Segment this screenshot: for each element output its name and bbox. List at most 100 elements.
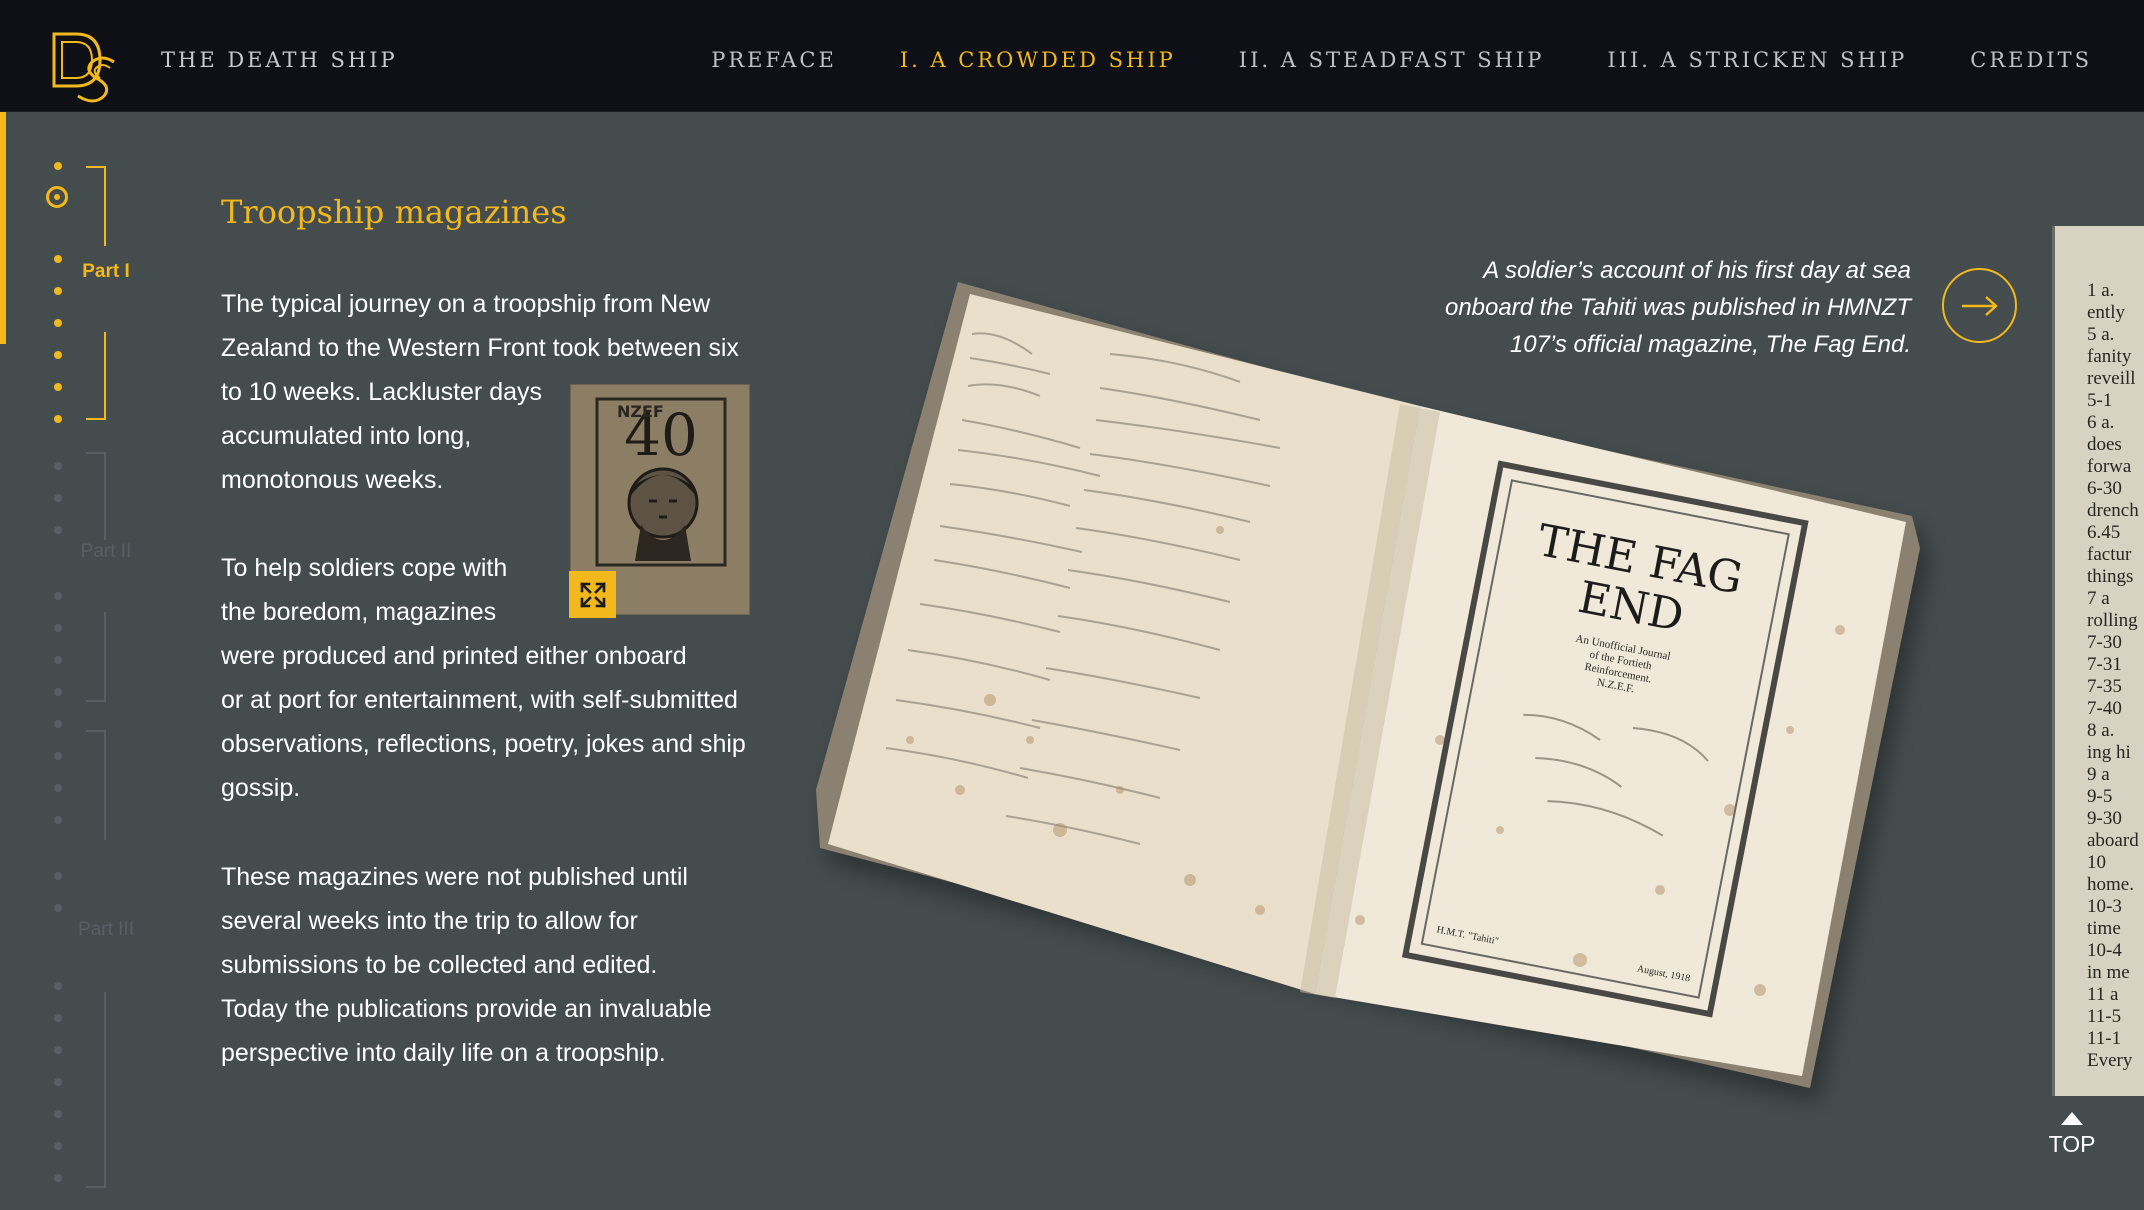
preview-line: in me xyxy=(2087,962,2130,983)
preview-line: ing hi xyxy=(2087,742,2131,763)
preview-line: 6 a. xyxy=(2087,412,2115,433)
nav-preface[interactable]: PREFACE xyxy=(711,48,837,72)
preview-line: 10 xyxy=(2087,852,2106,873)
part-bracket-top xyxy=(86,452,106,540)
progress-dot[interactable] xyxy=(54,351,62,359)
paragraph-3: These magazines were not published until… xyxy=(221,855,712,1075)
current-position-marker[interactable] xyxy=(46,186,68,208)
preview-line: 5 a. xyxy=(2087,324,2115,345)
part-bracket-bottom xyxy=(86,612,106,702)
part-one-label[interactable]: Part I xyxy=(76,262,136,282)
preview-line: 7-31 xyxy=(2087,654,2122,675)
text-line: perspective into daily life on a troopsh… xyxy=(221,1039,666,1067)
progress-dot[interactable] xyxy=(54,688,62,696)
part-bracket-top xyxy=(86,166,106,246)
progress-dot[interactable] xyxy=(54,1078,62,1086)
progress-dot[interactable] xyxy=(54,383,62,391)
preview-line: 8 a. xyxy=(2087,720,2115,741)
preview-line: time xyxy=(2087,918,2121,939)
preview-line: 10-3 xyxy=(2087,896,2122,917)
chevron-up-icon xyxy=(2061,1112,2083,1125)
progress-dot[interactable] xyxy=(54,1142,62,1150)
progress-dot[interactable] xyxy=(54,784,62,792)
progress-dot[interactable] xyxy=(54,720,62,728)
progress-dot[interactable] xyxy=(54,526,62,534)
progress-dot[interactable] xyxy=(54,255,62,263)
preview-line: 1 a. xyxy=(2087,280,2115,301)
preview-line: does xyxy=(2087,434,2122,455)
text-line: gossip. xyxy=(221,774,301,802)
preview-line: forwa xyxy=(2087,456,2132,477)
progress-dot[interactable] xyxy=(54,592,62,600)
part-bracket-bottom xyxy=(86,332,106,420)
progress-dot[interactable] xyxy=(54,982,62,990)
image-caption: A soldier’s account of his first day at … xyxy=(1391,252,1911,363)
preview-line: ently xyxy=(2087,302,2125,323)
text-line: Today the publications provide an invalu… xyxy=(221,995,712,1023)
preview-line: 7-35 xyxy=(2087,676,2122,697)
progress-dot[interactable] xyxy=(54,319,62,327)
part-three-label[interactable]: Part III xyxy=(76,920,136,940)
preview-line: rolling xyxy=(2087,610,2138,631)
preview-line: drench xyxy=(2087,500,2139,521)
progress-dot[interactable] xyxy=(54,1174,62,1182)
text-line: or at port for entertainment, with self-… xyxy=(221,686,738,714)
preview-line: 9-5 xyxy=(2087,786,2113,807)
preview-line: reveill xyxy=(2087,368,2136,389)
progress-dot[interactable] xyxy=(54,462,62,470)
expand-icon xyxy=(579,581,606,608)
progress-dot[interactable] xyxy=(54,872,62,880)
progress-dot[interactable] xyxy=(54,494,62,502)
progress-dot[interactable] xyxy=(54,162,62,170)
preview-line: 9-30 xyxy=(2087,808,2122,829)
progress-dot[interactable] xyxy=(54,1110,62,1118)
top-navigation-bar: THE DEATH SHIP PREFACE I. A CROWDED SHIP… xyxy=(0,0,2144,112)
site-title[interactable]: THE DEATH SHIP xyxy=(161,48,398,72)
preview-line: 11-5 xyxy=(2087,1006,2122,1027)
preview-line: 11 a xyxy=(2087,984,2119,1005)
text-line: were produced and printed either onboard xyxy=(221,642,687,670)
cover-mark: NZEF xyxy=(617,402,664,421)
progress-dot[interactable] xyxy=(54,1014,62,1022)
progress-indicator xyxy=(0,112,6,344)
preview-line: 7-30 xyxy=(2087,632,2122,653)
back-to-top-button[interactable]: TOP xyxy=(2040,1112,2104,1158)
preview-line: 10-4 xyxy=(2087,940,2122,961)
open-magazine-illustration: THE FAG END An Unofficial Journal of the… xyxy=(816,282,1920,1088)
preview-line: 7 a xyxy=(2087,588,2110,609)
nav-credits[interactable]: CREDITS xyxy=(1970,48,2092,72)
preview-line: 7-40 xyxy=(2087,698,2122,719)
nav-crowded-ship[interactable]: I. A CROWDED SHIP xyxy=(900,48,1176,72)
progress-dot[interactable] xyxy=(54,752,62,760)
progress-dot[interactable] xyxy=(54,1046,62,1054)
part-two-label[interactable]: Part II xyxy=(76,542,136,562)
preview-line: home. xyxy=(2087,874,2134,895)
preview-line: Every xyxy=(2087,1050,2133,1071)
magazine-photo: THE FAG END An Unofficial Journal of the… xyxy=(800,270,1950,1130)
preview-line: 9 a xyxy=(2087,764,2110,785)
back-to-top-label: TOP xyxy=(2048,1131,2096,1157)
next-slide-button[interactable] xyxy=(1942,268,2017,343)
preview-line: 6.45 xyxy=(2087,522,2121,543)
part-bracket-top xyxy=(86,730,106,840)
progress-dot[interactable] xyxy=(54,415,62,423)
progress-rail: Part I Part II Part III xyxy=(0,112,134,1210)
main-nav: PREFACE I. A CROWDED SHIP II. A STEADFAS… xyxy=(711,48,2092,72)
text-line: Zealand to the Western Front took betwee… xyxy=(221,334,739,362)
site-logo[interactable] xyxy=(48,28,120,106)
text-line: submissions to be collected and edited. xyxy=(221,951,658,979)
progress-dot[interactable] xyxy=(54,287,62,295)
text-line: The typical journey on a troopship from … xyxy=(221,290,711,318)
next-image-preview[interactable]: 1 a. ently 5 a. fanity reveill 5-1 6 a. does for… xyxy=(2052,226,2144,1096)
nav-stricken-ship[interactable]: III. A STRICKEN SHIP xyxy=(1607,48,1907,72)
preview-line: aboard xyxy=(2087,830,2139,851)
nav-steadfast-ship[interactable]: II. A STEADFAST SHIP xyxy=(1239,48,1545,72)
arrow-right-icon xyxy=(1961,295,1998,316)
preview-line: things xyxy=(2087,566,2134,587)
progress-dot[interactable] xyxy=(54,816,62,824)
expand-image-button[interactable] xyxy=(569,571,616,618)
progress-dot[interactable] xyxy=(54,904,62,912)
progress-dot[interactable] xyxy=(54,656,62,664)
preview-line: 11-1 xyxy=(2087,1028,2122,1049)
progress-dot[interactable] xyxy=(54,624,62,632)
